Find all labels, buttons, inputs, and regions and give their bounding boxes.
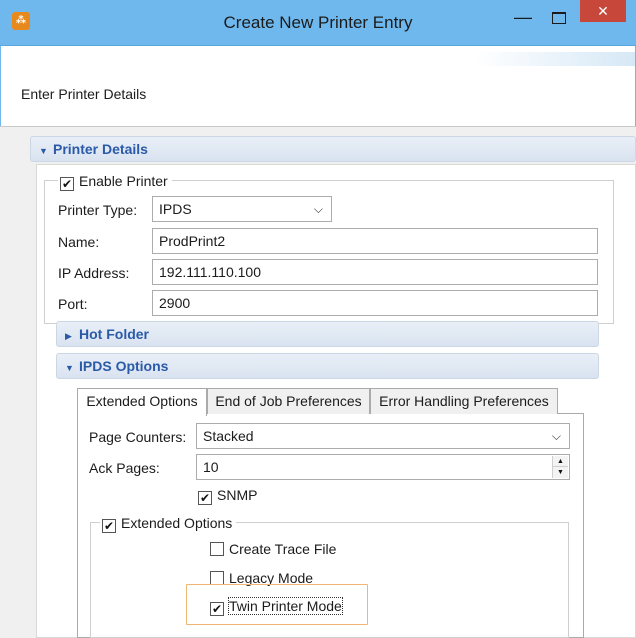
ack-pages-label: Ack Pages: [89, 460, 160, 476]
enable-printer-check[interactable]: ✔ [60, 177, 74, 191]
tab-end-of-job-preferences[interactable]: End of Job Preferences [207, 388, 370, 414]
create-trace-file-checkbox[interactable]: Create Trace File [210, 540, 336, 558]
close-button[interactable]: ✕ [580, 0, 626, 22]
printer-type-label: Printer Type: [58, 202, 138, 218]
twin-printer-mode-label: Twin Printer Mode [228, 597, 343, 615]
hot-folder-section-title: Hot Folder [79, 326, 149, 342]
title-bar[interactable]: ⁂ Create New Printer Entry — ✕ [0, 0, 636, 46]
snmp-checkbox[interactable]: ✔ SNMP [198, 486, 257, 505]
hot-folder-section-header[interactable]: ▶ Hot Folder [56, 321, 599, 347]
name-input[interactable]: ProdPrint2 [152, 228, 598, 254]
tab-extended-options[interactable]: Extended Options [77, 388, 207, 416]
snmp-check[interactable]: ✔ [198, 491, 212, 505]
close-icon: ✕ [597, 3, 609, 19]
page-counters-select[interactable]: Stacked ⌵ [196, 423, 570, 449]
chevron-down-icon: ⌵ [313, 202, 323, 216]
chevron-down-icon: ▼ [39, 146, 48, 156]
maximize-icon [552, 12, 566, 24]
extended-options-check[interactable]: ✔ [102, 519, 116, 533]
ip-address-label: IP Address: [58, 265, 130, 281]
twin-printer-mode-check[interactable]: ✔ [210, 602, 224, 616]
header-text: Enter Printer Details [21, 86, 147, 102]
minimize-button[interactable]: — [510, 8, 536, 30]
dialog-header: Enter Printer Details [0, 46, 636, 126]
ipds-options-section-title: IPDS Options [79, 358, 169, 374]
ip-address-input[interactable]: 192.111.110.100 [152, 259, 598, 285]
printer-type-select[interactable]: IPDS ⌵ [152, 196, 332, 222]
ack-pages-value: 10 [203, 459, 219, 475]
printer-details-section-title: Printer Details [53, 141, 148, 157]
spin-up-icon[interactable]: ▲ [553, 456, 568, 467]
minimize-icon: — [514, 7, 532, 27]
port-input[interactable]: 2900 [152, 290, 598, 316]
enable-printer-checkbox[interactable]: ✔ Enable Printer [58, 172, 172, 191]
name-label: Name: [58, 234, 100, 250]
page-counters-value: Stacked [203, 428, 254, 444]
header-decoration [475, 52, 635, 66]
snmp-label: SNMP [217, 487, 258, 503]
ack-pages-spinner[interactable]: ▲ ▼ [552, 456, 568, 478]
page-counters-label: Page Counters: [89, 429, 187, 445]
tab-error-handling-preferences[interactable]: Error Handling Preferences [370, 388, 558, 414]
twin-printer-mode-checkbox[interactable]: ✔ Twin Printer Mode [210, 597, 343, 616]
chevron-right-icon: ▶ [65, 331, 72, 341]
printer-type-value: IPDS [159, 201, 192, 217]
create-trace-file-label: Create Trace File [229, 541, 337, 557]
extended-options-checkbox[interactable]: ✔ Extended Options [100, 514, 237, 533]
ipds-options-section-header[interactable]: ▼ IPDS Options [56, 353, 599, 379]
chevron-down-icon: ⌵ [551, 429, 561, 443]
port-label: Port: [58, 296, 88, 312]
chevron-down-icon: ▼ [65, 363, 74, 373]
extended-options-group-label: Extended Options [121, 515, 233, 531]
printer-details-section-header[interactable]: ▼ Printer Details [30, 136, 636, 162]
maximize-button[interactable] [546, 8, 572, 30]
spin-down-icon[interactable]: ▼ [553, 467, 568, 478]
ack-pages-stepper[interactable]: 10 ▲ ▼ [196, 454, 570, 480]
create-trace-file-check[interactable] [210, 542, 224, 556]
window-title: Create New Printer Entry [223, 13, 413, 32]
legacy-mode-check[interactable] [210, 571, 224, 585]
enable-printer-label: Enable Printer [79, 173, 168, 189]
